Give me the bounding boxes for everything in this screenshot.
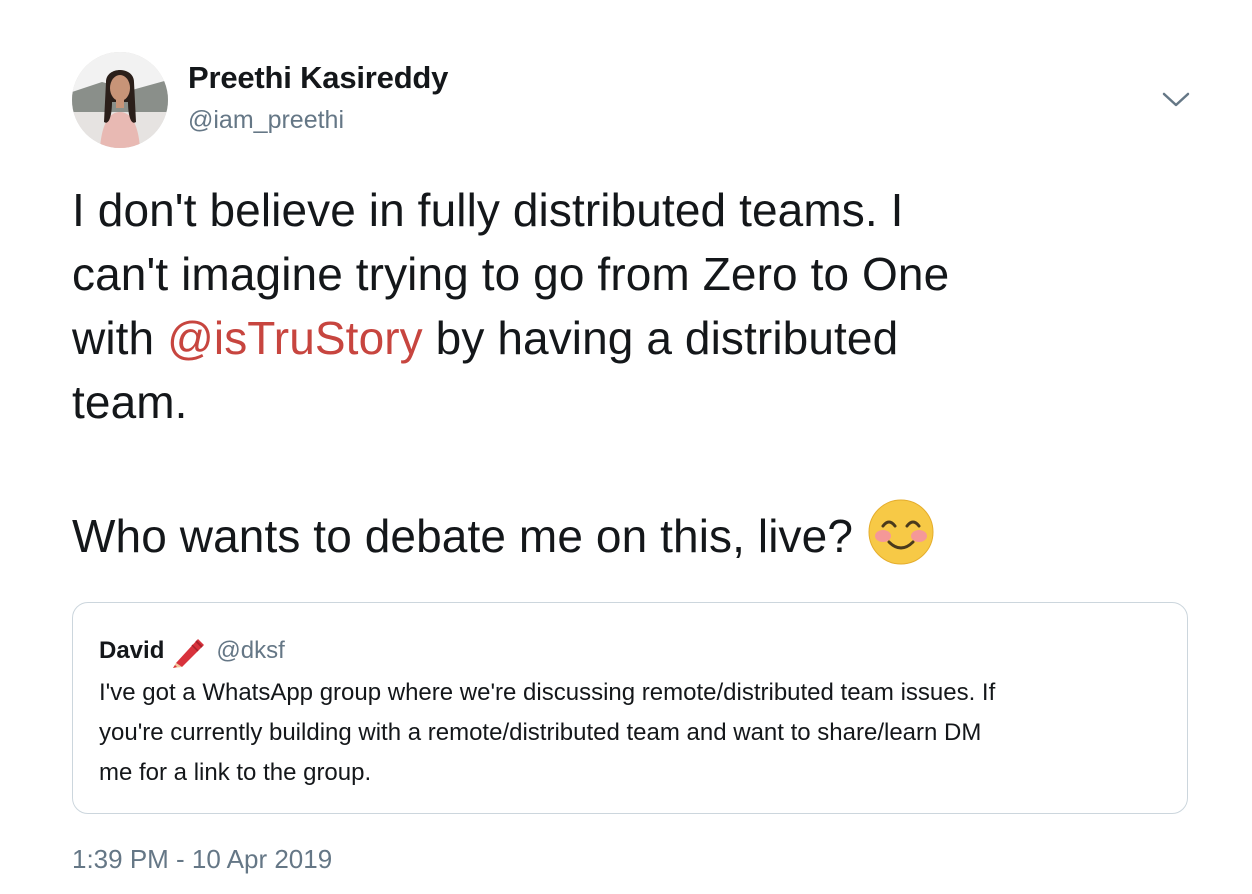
author-name[interactable]: Preethi Kasireddy <box>188 60 448 96</box>
quoted-author-handle: @dksf <box>216 637 285 664</box>
chevron-down-icon[interactable] <box>1158 82 1194 118</box>
tweet-line: with @isTruStory by having a distributed <box>72 306 1182 370</box>
tweet-second-paragraph: Who wants to debate me on this, live? <box>72 498 1182 568</box>
quoted-line: you're currently building with a remote/… <box>99 719 982 746</box>
tweet-question: Who wants to debate me on this, live? <box>72 510 854 562</box>
tweet: Preethi Kasireddy @iam_preethi I don't b… <box>0 0 1252 894</box>
quoted-tweet[interactable]: David @dksf I've got a WhatsApp group wh… <box>72 602 1188 814</box>
crayon-icon <box>170 633 208 669</box>
author-handle[interactable]: @iam_preethi <box>188 106 344 135</box>
quoted-tweet-text: I've got a WhatsApp group where we're di… <box>99 673 1169 793</box>
quoted-line: me for a link to the group. <box>99 759 372 786</box>
tweet-text: I don't believe in fully distributed tea… <box>72 178 1182 568</box>
tweet-line-suffix: by having a distributed <box>422 312 899 364</box>
timestamp[interactable]: 1:39 PM - 10 Apr 2019 <box>72 844 332 875</box>
smiling-face-icon <box>867 498 935 566</box>
avatar[interactable] <box>72 52 168 148</box>
tweet-line-prefix: with <box>72 312 168 364</box>
quoted-line: I've got a WhatsApp group where we're di… <box>99 679 996 706</box>
mention-link[interactable]: @isTruStory <box>167 312 423 364</box>
tweet-line: team. <box>72 376 188 428</box>
quoted-tweet-header: David @dksf <box>99 633 285 669</box>
quoted-author-name: David <box>99 637 165 664</box>
tweet-line: I don't believe in fully distributed tea… <box>72 184 904 236</box>
tweet-line: can't imagine trying to go from Zero to … <box>72 248 950 300</box>
